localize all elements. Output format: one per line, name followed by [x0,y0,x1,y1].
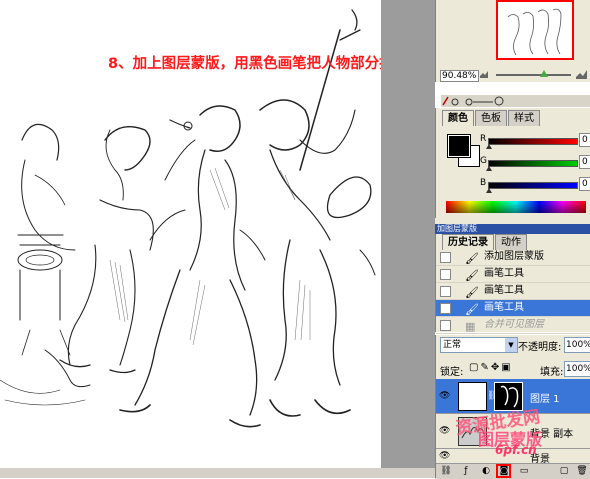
lock-pixels-icon[interactable]: ✎ [480,362,490,373]
lock-transparency-icon[interactable]: ▢ [469,362,480,373]
brush-icon: 🖌 [465,286,479,299]
eye-icon[interactable]: 👁 [439,391,450,401]
new-group-icon[interactable]: ▭ [518,465,530,477]
blue-value-field[interactable]: 0 [579,177,590,191]
history-panel-tabs: 历史记录 动作 [442,234,528,250]
history-item-brush-1[interactable]: 🖌 画笔工具 [436,266,590,283]
green-gradient-bar[interactable] [488,160,578,167]
history-panel-titlebar[interactable]: 加图层蒙版 [435,224,590,234]
opacity-label: 不透明度: [518,342,562,353]
tab-actions[interactable]: 动作 [495,234,527,250]
red-value-field[interactable]: 0 [579,133,590,147]
tab-history[interactable]: 历史记录 [442,234,494,250]
zoom-out-icon[interactable] [480,70,488,78]
tab-color[interactable]: 颜色 [442,110,474,126]
red-channel-slider[interactable]: R 0 [480,133,590,154]
brush-icon: 🖌 [465,303,479,316]
palette-dock [441,95,590,107]
layers-toolbar: ⛓ ƒ ◐ ◙ ▭ ▢ 🗑 [436,463,590,479]
eye-icon[interactable]: 👁 [439,451,450,461]
green-value-field[interactable]: 0 [579,155,590,169]
history-item-brush-2[interactable]: 🖌 画笔工具 [436,283,590,300]
history-item-add-layer-mask[interactable]: 🖌 添加图层蒙版 [436,249,590,266]
history-item-label: 添加图层蒙版 [484,251,544,262]
history-item-label: 画笔工具 [484,268,524,279]
new-layer-icon[interactable]: ▢ [558,465,570,477]
color-panel: 颜色 色板 样式 R 0 G 0 B 0 [435,108,590,218]
color-spectrum-ramp[interactable] [446,201,586,213]
color-panel-tabs: 颜色 色板 样式 [442,110,541,126]
navigator-panel: 90.48% [435,0,590,82]
tab-swatches[interactable]: 色板 [475,110,507,126]
workspace-background [381,0,435,478]
tab-styles[interactable]: 样式 [508,110,540,126]
tutorial-caption: 8、加上图层蒙版，用黑色画笔把人物部分擦出来 [108,56,423,72]
history-snapshot-checkbox[interactable] [440,286,451,297]
status-bar [0,468,435,478]
history-item-merge-visible[interactable]: ▦ 合并可见图层 [436,317,590,334]
navigator-thumbnail [507,8,562,56]
blend-mode-select[interactable]: 正常 ▼ [440,337,518,353]
history-item-label: 画笔工具 [484,285,524,296]
eye-icon[interactable]: 👁 [439,426,450,436]
layer-style-icon[interactable]: ƒ [460,465,472,477]
merge-icon: ▦ [465,320,476,333]
navigator-view-box[interactable] [496,0,574,60]
foreground-color-swatch[interactable] [447,134,471,158]
green-channel-label: G [480,156,487,166]
adjustment-layer-icon[interactable]: ◐ [480,465,492,477]
lock-position-icon[interactable]: ✥ [491,362,501,373]
blue-channel-slider[interactable]: B 0 [480,177,590,198]
red-slider-handle[interactable] [486,144,492,149]
history-panel: 历史记录 动作 🖌 添加图层蒙版 🖌 画笔工具 🖌 画笔工具 🖌 画笔工具 ▦ … [435,234,590,334]
layer-thumbnail[interactable] [458,382,487,411]
history-snapshot-checkbox[interactable] [440,269,451,280]
zoom-slider-track[interactable] [496,74,571,76]
red-gradient-bar[interactable] [488,138,578,145]
zoom-field[interactable]: 90.48% [440,70,479,82]
history-item-label: 画笔工具 [484,302,524,313]
blue-slider-handle[interactable] [486,188,492,193]
blend-mode-value: 正常 [443,340,462,350]
green-channel-slider[interactable]: G 0 [480,155,590,176]
history-item-brush-3[interactable]: 🖌 画笔工具 [436,300,590,317]
lock-all-icon[interactable]: ▣ [501,362,512,373]
zoom-slider-thumb[interactable] [540,70,548,77]
history-snapshot-checkbox[interactable] [440,303,451,314]
dock-tools-icon[interactable] [441,95,590,107]
fill-label: 填充: [540,367,564,378]
brush-icon: 🖌 [465,252,479,265]
zoom-in-icon[interactable] [576,68,587,79]
lock-label: 锁定: [440,367,464,378]
trash-icon[interactable]: 🗑 [576,465,588,477]
history-snapshot-checkbox[interactable] [440,252,451,263]
link-layers-icon[interactable]: ⛓ [440,465,452,477]
red-channel-label: R [480,134,487,144]
green-slider-handle[interactable] [486,166,492,171]
blue-gradient-bar[interactable] [488,182,578,189]
lock-options: ▢✎✥▣ [469,362,513,373]
opacity-field[interactable]: 100% [564,337,590,353]
brush-icon: 🖌 [465,269,479,282]
blue-channel-label: B [480,178,487,188]
chevron-down-icon[interactable]: ▼ [505,338,517,352]
history-item-label: 合并可见图层 [484,319,544,330]
history-list: 🖌 添加图层蒙版 🖌 画笔工具 🖌 画笔工具 🖌 画笔工具 ▦ 合并可见图层 [436,249,590,334]
history-snapshot-checkbox[interactable] [440,320,451,331]
fill-field[interactable]: 100% [564,361,590,377]
mask-button-highlight [496,464,511,478]
watermark-url: 6pf.cn [495,443,537,457]
